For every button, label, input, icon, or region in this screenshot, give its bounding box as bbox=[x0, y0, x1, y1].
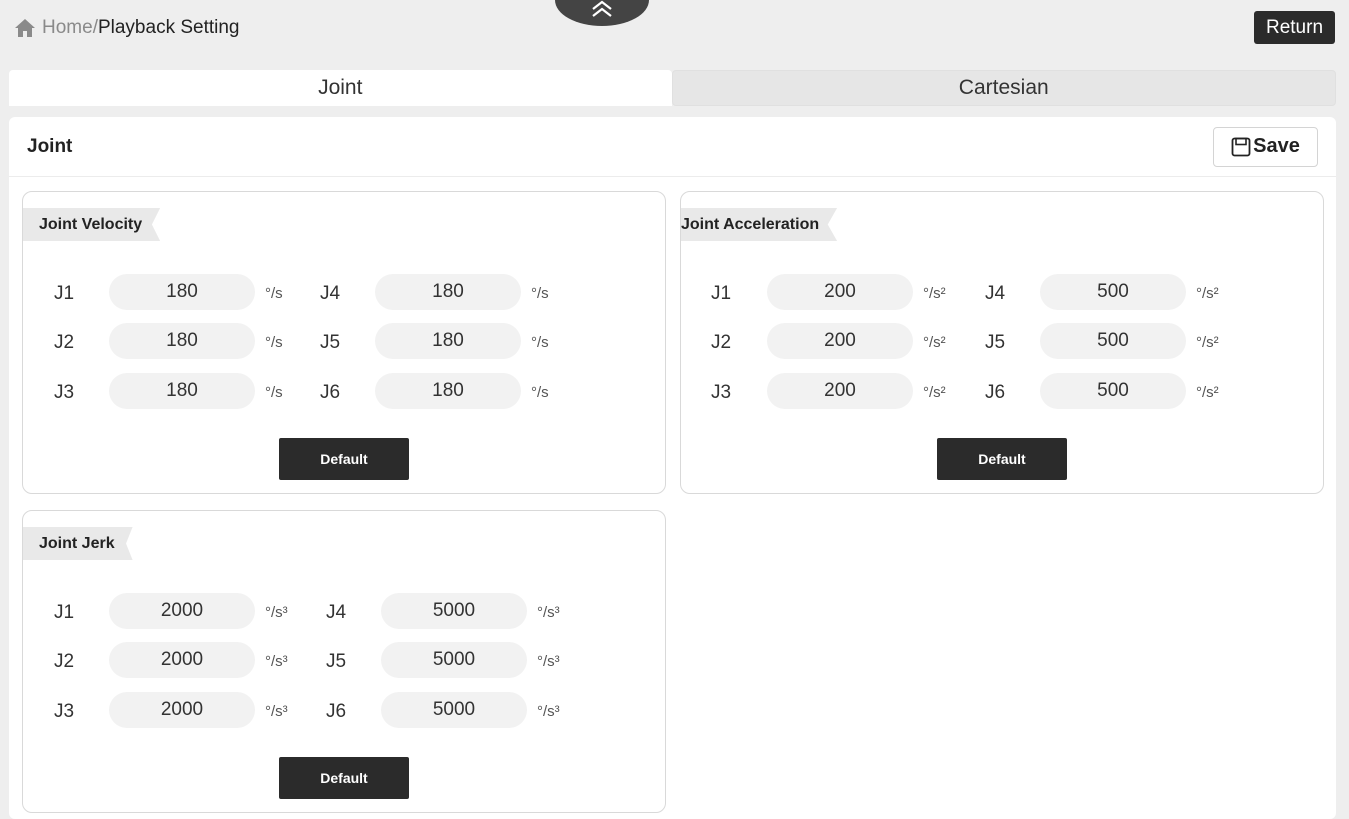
tab-cartesian[interactable]: Cartesian bbox=[671, 70, 1336, 106]
jerk-j6-label: J6 bbox=[326, 701, 347, 722]
acceleration-j2-input[interactable]: 200 bbox=[767, 323, 913, 359]
velocity-default-button[interactable]: Default bbox=[279, 438, 409, 480]
jerk-j4-label: J4 bbox=[326, 602, 347, 623]
acceleration-j2-unit: °/s² bbox=[923, 334, 946, 351]
joint-acceleration-title: Joint Acceleration bbox=[681, 208, 838, 241]
panel-header: Joint Save bbox=[9, 117, 1336, 177]
return-button[interactable]: Return bbox=[1254, 11, 1335, 44]
tab-bar: Joint Cartesian bbox=[9, 70, 1336, 106]
collapse-header-button[interactable] bbox=[555, 0, 649, 26]
velocity-j2-unit: °/s bbox=[265, 334, 283, 351]
jerk-j2-label: J2 bbox=[54, 651, 75, 672]
acceleration-j5-label: J5 bbox=[985, 332, 1006, 353]
velocity-j3-unit: °/s bbox=[265, 384, 283, 401]
acceleration-j4-input[interactable]: 500 bbox=[1040, 274, 1186, 310]
acceleration-j5-unit: °/s² bbox=[1196, 334, 1219, 351]
velocity-j5-label: J5 bbox=[320, 332, 341, 353]
acceleration-j3-input[interactable]: 200 bbox=[767, 373, 913, 409]
jerk-j3-unit: °/s³ bbox=[265, 703, 288, 720]
velocity-j4-input[interactable]: 180 bbox=[375, 274, 521, 310]
velocity-j1-label: J1 bbox=[54, 283, 75, 304]
acceleration-j4-unit: °/s² bbox=[1196, 285, 1219, 302]
velocity-j1-unit: °/s bbox=[265, 285, 283, 302]
acceleration-j1-label: J1 bbox=[711, 283, 732, 304]
jerk-j6-input[interactable]: 5000 bbox=[381, 692, 527, 728]
breadcrumb-home-link[interactable]: Home bbox=[42, 17, 93, 39]
jerk-j1-unit: °/s³ bbox=[265, 604, 288, 621]
velocity-j5-unit: °/s bbox=[531, 334, 549, 351]
double-chevron-up-icon bbox=[592, 0, 612, 17]
home-icon[interactable] bbox=[14, 18, 36, 38]
jerk-j3-label: J3 bbox=[54, 701, 75, 722]
jerk-j1-label: J1 bbox=[54, 602, 75, 623]
jerk-j5-label: J5 bbox=[326, 651, 347, 672]
jerk-j4-unit: °/s³ bbox=[537, 604, 560, 621]
joint-velocity-title: Joint Velocity bbox=[23, 208, 161, 241]
velocity-j4-label: J4 bbox=[320, 283, 341, 304]
velocity-j6-unit: °/s bbox=[531, 384, 549, 401]
acceleration-j3-label: J3 bbox=[711, 382, 732, 403]
acceleration-j6-unit: °/s² bbox=[1196, 384, 1219, 401]
velocity-j5-input[interactable]: 180 bbox=[375, 323, 521, 359]
velocity-j4-unit: °/s bbox=[531, 285, 549, 302]
jerk-j5-input[interactable]: 5000 bbox=[381, 642, 527, 678]
jerk-j4-input[interactable]: 5000 bbox=[381, 593, 527, 629]
panel-title: Joint bbox=[27, 135, 73, 157]
velocity-j6-label: J6 bbox=[320, 382, 341, 403]
save-button[interactable]: Save bbox=[1213, 126, 1318, 167]
jerk-j2-input[interactable]: 2000 bbox=[109, 642, 255, 678]
jerk-j2-unit: °/s³ bbox=[265, 653, 288, 670]
joint-velocity-card: Joint Velocity J1 180 °/s J4 180 °/s J2 … bbox=[22, 191, 666, 494]
acceleration-j4-label: J4 bbox=[985, 283, 1006, 304]
velocity-j1-input[interactable]: 180 bbox=[109, 274, 255, 310]
jerk-j5-unit: °/s³ bbox=[537, 653, 560, 670]
acceleration-j6-input[interactable]: 500 bbox=[1040, 373, 1186, 409]
jerk-default-button[interactable]: Default bbox=[279, 757, 409, 799]
joint-jerk-title: Joint Jerk bbox=[23, 527, 133, 560]
acceleration-j1-unit: °/s² bbox=[923, 285, 946, 302]
joint-jerk-card: Joint Jerk J1 2000 °/s³ J4 5000 °/s³ J2 … bbox=[22, 510, 666, 813]
velocity-j6-input[interactable]: 180 bbox=[375, 373, 521, 409]
velocity-j3-label: J3 bbox=[54, 382, 75, 403]
breadcrumb-current: Playback Setting bbox=[97, 17, 240, 38]
jerk-j1-input[interactable]: 2000 bbox=[109, 593, 255, 629]
breadcrumb: Home / Playback Setting bbox=[14, 16, 240, 40]
acceleration-j3-unit: °/s² bbox=[923, 384, 946, 401]
joint-acceleration-card: Joint Acceleration J1 200 °/s² J4 500 °/… bbox=[680, 191, 1324, 494]
save-button-label: Save bbox=[1253, 135, 1300, 157]
jerk-j3-input[interactable]: 2000 bbox=[109, 692, 255, 728]
velocity-j2-input[interactable]: 180 bbox=[109, 323, 255, 359]
floppy-disk-icon bbox=[1231, 137, 1251, 156]
acceleration-default-button[interactable]: Default bbox=[937, 438, 1067, 480]
acceleration-j1-input[interactable]: 200 bbox=[767, 274, 913, 310]
velocity-j2-label: J2 bbox=[54, 332, 75, 353]
acceleration-j6-label: J6 bbox=[985, 382, 1006, 403]
acceleration-j2-label: J2 bbox=[711, 332, 732, 353]
tab-joint[interactable]: Joint bbox=[9, 70, 672, 106]
joint-settings-panel: Joint Save Joint Velocity J1 180 °/s J4 … bbox=[9, 117, 1336, 819]
acceleration-j5-input[interactable]: 500 bbox=[1040, 323, 1186, 359]
jerk-j6-unit: °/s³ bbox=[537, 703, 560, 720]
velocity-j3-input[interactable]: 180 bbox=[109, 373, 255, 409]
